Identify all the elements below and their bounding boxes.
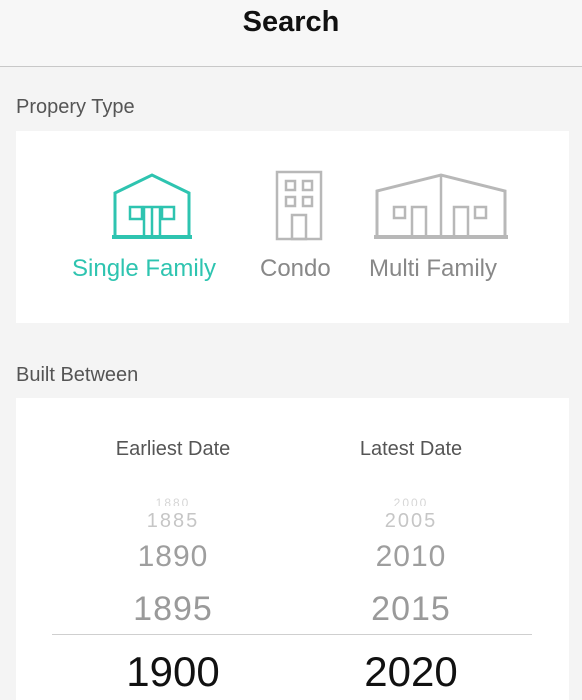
- property-type-condo[interactable]: Condo: [252, 131, 352, 323]
- property-type-single-family[interactable]: Single Family: [68, 131, 238, 323]
- earliest-year-option[interactable]: 1890: [53, 540, 293, 574]
- condo-building-icon: [275, 170, 323, 241]
- multi-family-house-icon: [374, 173, 508, 239]
- page-title: Search: [242, 6, 340, 38]
- earliest-year-option[interactable]: 1885: [53, 510, 293, 533]
- property-type-multi-family[interactable]: Multi Family: [366, 131, 526, 323]
- latest-year-option[interactable]: 2015: [291, 590, 531, 629]
- property-type-card: Single Family Condo Multi Family: [16, 131, 569, 323]
- earliest-year-option[interactable]: 1895: [53, 590, 293, 629]
- latest-year-option[interactable]: 2005: [291, 510, 531, 533]
- earliest-year-selected[interactable]: 1900: [53, 648, 293, 696]
- single-family-house-icon: [112, 173, 192, 239]
- property-type-label: Propery Type: [16, 96, 135, 118]
- property-type-multi-family-label: Multi Family: [369, 255, 498, 282]
- property-type-condo-label: Condo: [260, 255, 331, 282]
- property-type-single-family-label: Single Family: [72, 255, 217, 282]
- latest-year-option[interactable]: 2000: [291, 496, 531, 506]
- latest-year-picker[interactable]: 2000 2005 2010 2015 2020: [291, 398, 531, 698]
- earliest-year-picker[interactable]: 1880 1885 1890 1895 1900: [53, 398, 293, 698]
- navigation-bar: Search: [0, 0, 582, 67]
- year-picker-card: Earliest Date Latest Date 1880 1885 1890…: [16, 398, 569, 700]
- latest-year-option[interactable]: 2010: [291, 540, 531, 574]
- built-between-label: Built Between: [16, 364, 139, 386]
- latest-year-selected[interactable]: 2020: [291, 648, 531, 696]
- earliest-year-option[interactable]: 1880: [53, 496, 293, 506]
- picker-selection-divider: [52, 634, 532, 635]
